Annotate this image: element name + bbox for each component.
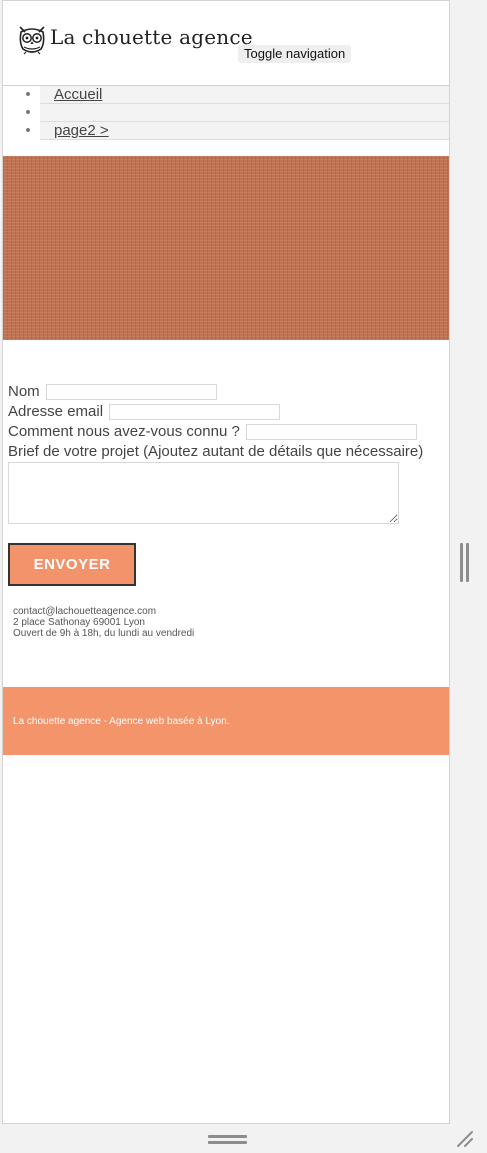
corner-resize-icon[interactable] xyxy=(455,1129,475,1149)
name-row: Nom xyxy=(8,382,444,402)
source-row: Comment nous avez-vous connu ? xyxy=(8,422,444,442)
bullet-icon: • xyxy=(25,86,31,103)
footer-text: La chouette agence - Agence web basée à … xyxy=(13,716,230,727)
source-label: Comment nous avez-vous connu ? xyxy=(8,423,240,440)
nav-item-page2: • page2 > xyxy=(25,122,449,140)
name-label: Nom xyxy=(8,383,40,400)
submit-button[interactable]: ENVOYER xyxy=(8,543,136,586)
site-header: La chouette agence Toggle navigation xyxy=(3,1,449,86)
owl-logo-icon[interactable] xyxy=(17,23,47,55)
name-input[interactable] xyxy=(45,384,217,401)
bullet-icon: • xyxy=(25,122,31,139)
hero-banner xyxy=(3,156,449,340)
brand-name[interactable]: La chouette agence xyxy=(50,25,253,49)
main-nav: • Accueil • • page2 > xyxy=(3,86,449,140)
toggle-navigation-button[interactable]: Toggle navigation xyxy=(238,45,352,63)
email-input[interactable] xyxy=(109,404,281,421)
source-input[interactable] xyxy=(245,424,417,441)
nav-item-accueil: • Accueil xyxy=(25,86,449,104)
email-label: Adresse email xyxy=(8,403,104,420)
email-row: Adresse email xyxy=(8,402,444,422)
contact-email[interactable]: contact@lachouetteagence.com xyxy=(13,606,194,617)
contact-address: 2 place Sathonay 69001 Lyon xyxy=(13,617,145,628)
nav-item-empty: • xyxy=(25,104,449,122)
brief-textarea[interactable] xyxy=(8,462,399,524)
site-footer: La chouette agence - Agence web basée à … xyxy=(3,687,449,755)
vertical-resize-handle-icon[interactable] xyxy=(460,543,469,582)
contact-hours: Ouvert de 9h à 18h, du lundi au vendredi xyxy=(13,628,195,639)
contact-form: Nom Adresse email Comment nous avez-vous… xyxy=(8,382,444,524)
brief-label: Brief de votre projet (Ajoutez autant de… xyxy=(8,443,424,460)
contact-info: contact@lachouetteagence.com 2 place Sat… xyxy=(13,606,194,639)
bullet-icon: • xyxy=(25,104,31,121)
nav-link-page2[interactable]: page2 > xyxy=(54,122,109,139)
horizontal-resize-handle-icon[interactable] xyxy=(208,1135,247,1144)
nav-link-accueil[interactable]: Accueil xyxy=(54,86,102,103)
device-viewport: La chouette agence Toggle navigation • A… xyxy=(2,0,450,1124)
